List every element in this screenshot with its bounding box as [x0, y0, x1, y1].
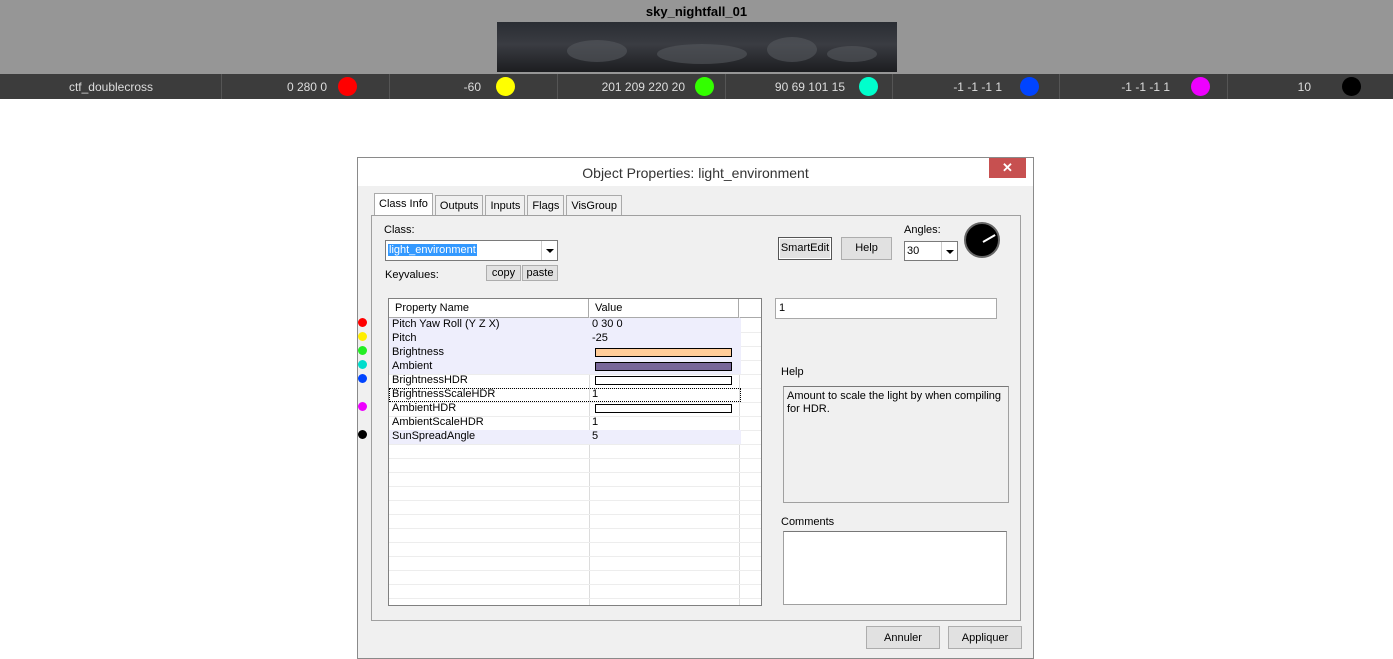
property-name: Pitch Yaw Roll (Y Z X) [392, 318, 500, 330]
property-name: AmbientScaleHDR [392, 416, 484, 428]
property-name: AmbientHDR [392, 402, 457, 414]
class-info-panel: Class: light_environment Keyvalues: copy… [358, 215, 1021, 621]
cancel-button[interactable]: Annuler [866, 626, 940, 649]
column-header-property-name[interactable]: Property Name [389, 299, 589, 317]
strip-value: -1 -1 -1 1 [953, 80, 1002, 94]
row-dot-icon [358, 346, 367, 355]
property-name: Brightness [392, 346, 444, 358]
strip-cell-brightness: 201 209 220 20 [558, 74, 726, 99]
strip-color-dot [1342, 77, 1361, 96]
class-value: light_environment [388, 244, 477, 256]
row-dot-icon [358, 402, 367, 411]
property-value: 1 [592, 388, 599, 400]
tab-outputs[interactable]: Outputs [434, 195, 484, 217]
keyvalues-label: Keyvalues: [385, 269, 439, 281]
class-label: Class: [384, 224, 415, 236]
help-label: Help [781, 366, 804, 378]
strip-cell-ambient: 90 69 101 15 [726, 74, 893, 99]
grid-row[interactable]: AmbientScaleHDR 1 [389, 416, 741, 430]
grid-row-selected[interactable]: BrightnessScaleHDR 1 [389, 388, 741, 402]
property-name: SunSpreadAngle [392, 430, 476, 442]
skybox-preview-image [497, 22, 897, 72]
map-name: ctf_doublecross [68, 80, 154, 94]
comments-textarea[interactable] [783, 531, 1007, 605]
help-button[interactable]: Help [841, 237, 892, 260]
grid-row[interactable]: Brightness [389, 346, 741, 360]
close-button[interactable]: ✕ [989, 158, 1026, 178]
dialog-title: Object Properties: light_environment [582, 165, 809, 181]
strip-value: 90 69 101 15 [774, 80, 845, 94]
strip-cell-angles: 0 280 0 [222, 74, 390, 99]
color-swatch[interactable] [595, 376, 732, 385]
skybox-name: sky_nightfall_01 [645, 4, 748, 19]
keyvalues-grid: Property Name Value Pitch Yaw Roll (Y Z … [388, 298, 762, 606]
property-name: Pitch [392, 332, 417, 344]
row-dot-icon [358, 430, 367, 439]
strip-value: -1 -1 -1 1 [1121, 80, 1170, 94]
strip-color-dot [496, 77, 515, 96]
strip-cell-spread: 10 [1228, 74, 1393, 99]
angle-needle [982, 234, 996, 243]
copy-button[interactable]: copy [486, 265, 521, 281]
property-value: 1 [592, 416, 599, 428]
grid-row[interactable]: SunSpreadAngle 5 [389, 430, 741, 444]
strip-color-dot [859, 77, 878, 96]
grid-row[interactable]: Pitch Yaw Roll (Y Z X) 0 30 0 [389, 318, 741, 332]
property-name: BrightnessHDR [392, 374, 468, 386]
property-name: BrightnessScaleHDR [392, 388, 496, 400]
grid-header: Property Name Value [389, 299, 761, 318]
tab-bar: Class Info Outputs Inputs Flags VisGroup [374, 193, 624, 218]
property-name: Ambient [392, 360, 433, 372]
grid-row[interactable]: Ambient [389, 360, 741, 374]
skybox-preview-area: sky_nightfall_01 [0, 0, 1393, 74]
color-swatch[interactable] [595, 348, 732, 357]
strip-value: -60 [463, 80, 481, 94]
chevron-down-icon[interactable] [541, 241, 557, 260]
strip-color-dot [1020, 77, 1039, 96]
angles-select[interactable]: 30 [904, 241, 958, 261]
row-dot-icon [358, 374, 367, 383]
grid-row[interactable]: BrightnessHDR [389, 374, 741, 388]
strip-cell-map: ctf_doublecross [0, 74, 222, 99]
value-input[interactable]: 1 [775, 298, 997, 319]
class-select[interactable]: light_environment [385, 240, 558, 261]
row-dot-icon [358, 360, 367, 369]
color-swatch[interactable] [595, 362, 732, 371]
property-value: 5 [592, 430, 599, 442]
smartedit-button[interactable]: SmartEdit [778, 237, 832, 260]
tab-inputs[interactable]: Inputs [485, 195, 526, 217]
property-value: 0 30 0 [592, 318, 623, 330]
strip-color-dot [1191, 77, 1210, 96]
apply-button[interactable]: Appliquer [948, 626, 1022, 649]
grid-row[interactable]: AmbientHDR [389, 402, 741, 416]
column-header-value[interactable]: Value [589, 299, 739, 317]
grid-row[interactable]: Pitch -25 [389, 332, 741, 346]
environment-values-strip: ctf_doublecross 0 280 0 -60 201 209 220 … [0, 74, 1393, 99]
strip-color-dot [695, 77, 714, 96]
tab-visgroup[interactable]: VisGroup [566, 195, 622, 217]
dialog-titlebar[interactable]: Object Properties: light_environment ✕ [358, 158, 1033, 186]
strip-cell-brightness-hdr: -1 -1 -1 1 [893, 74, 1060, 99]
paste-button[interactable]: paste [522, 265, 558, 281]
strip-cell-ambient-hdr: -1 -1 -1 1 [1060, 74, 1228, 99]
angles-value: 30 [907, 245, 920, 257]
angles-label: Angles: [904, 224, 941, 236]
strip-value: 201 209 220 20 [601, 80, 685, 94]
row-dot-icon [358, 332, 367, 341]
strip-value: 10 [1297, 80, 1311, 94]
object-properties-dialog: Object Properties: light_environment ✕ C… [357, 157, 1034, 659]
tab-flags[interactable]: Flags [527, 195, 565, 217]
chevron-down-icon[interactable] [941, 242, 957, 260]
angle-dial[interactable] [964, 222, 1000, 258]
strip-color-dot [338, 77, 357, 96]
comments-label: Comments [781, 516, 835, 528]
help-text: Amount to scale the light by when compil… [783, 386, 1009, 503]
color-swatch[interactable] [595, 404, 732, 413]
property-value: -25 [592, 332, 608, 344]
strip-value: 0 280 0 [286, 80, 327, 94]
row-dot-icon [358, 318, 367, 327]
strip-cell-pitch: -60 [390, 74, 558, 99]
